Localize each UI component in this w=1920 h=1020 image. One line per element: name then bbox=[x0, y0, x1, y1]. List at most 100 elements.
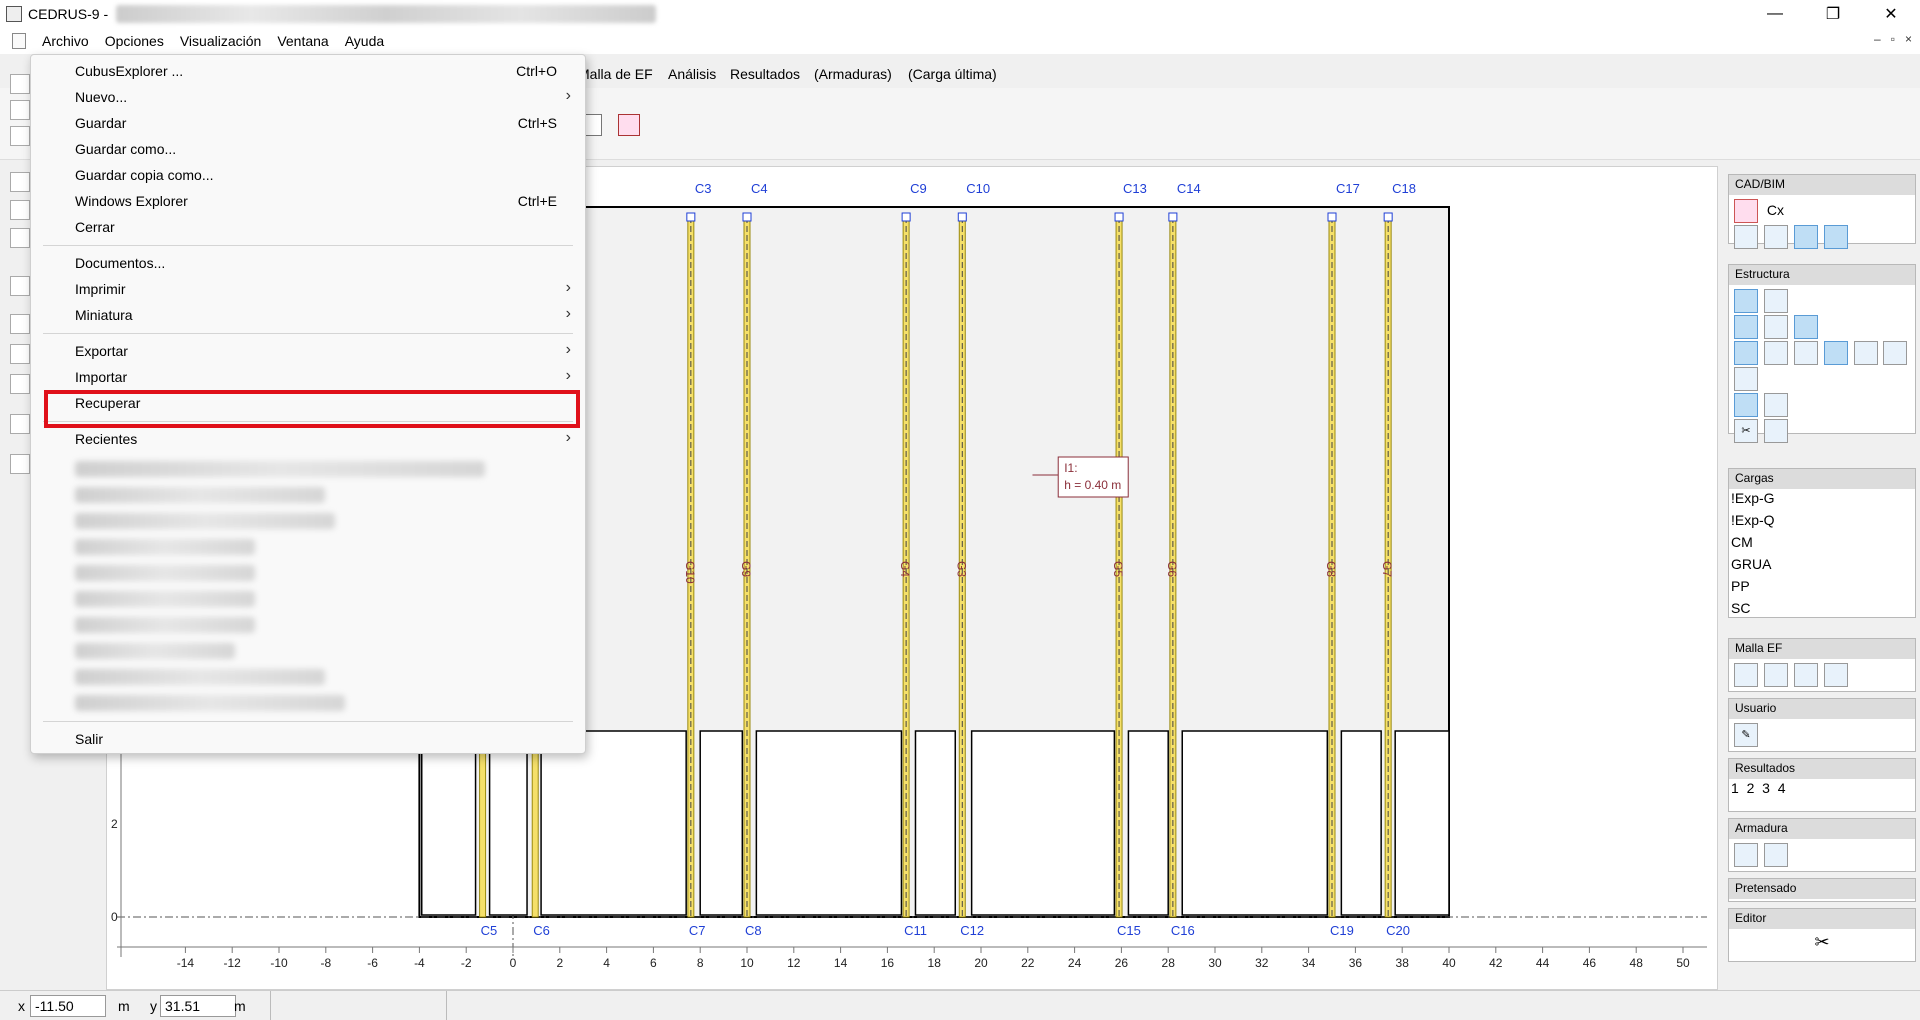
x-tick-label: -14 bbox=[177, 956, 195, 970]
load-case-item[interactable]: PP bbox=[1729, 577, 1915, 599]
structure-icon[interactable] bbox=[10, 100, 30, 120]
menu-item-importar[interactable]: Importar › bbox=[31, 365, 587, 389]
document-icon[interactable] bbox=[1763, 843, 1788, 867]
column-icon[interactable] bbox=[1793, 315, 1818, 339]
building3-icon[interactable] bbox=[1793, 225, 1818, 249]
maximize-button[interactable]: ❐ bbox=[1804, 0, 1862, 28]
cx-label[interactable]: Cx bbox=[1767, 202, 1784, 218]
close-button[interactable]: ✕ bbox=[1862, 0, 1920, 28]
masonry-icon[interactable] bbox=[1763, 419, 1788, 443]
mdi-restore-button[interactable]: ▫ bbox=[1891, 32, 1895, 46]
load-case-item[interactable]: SC bbox=[1729, 599, 1915, 621]
select-icon[interactable] bbox=[10, 200, 30, 220]
menu-item-windows-explorer[interactable]: Windows Explorer Ctrl+E bbox=[31, 189, 587, 213]
recent-file-item[interactable] bbox=[75, 617, 255, 633]
panel-icon[interactable] bbox=[1853, 341, 1878, 365]
model-icon[interactable] bbox=[10, 74, 30, 94]
tab-carga-ultima[interactable]: (Carga última) bbox=[908, 66, 997, 82]
structure2-icon[interactable] bbox=[10, 126, 30, 146]
opening-icon[interactable] bbox=[1763, 289, 1788, 313]
recent-file-item[interactable] bbox=[75, 591, 255, 607]
point-icon[interactable] bbox=[10, 172, 30, 192]
recent-file-item[interactable] bbox=[75, 565, 255, 581]
y-coordinate-field[interactable]: 31.51 bbox=[160, 995, 236, 1017]
support-icon[interactable] bbox=[1734, 315, 1758, 339]
snap-icon[interactable] bbox=[10, 228, 30, 248]
scissors-icon[interactable]: ✂ bbox=[1814, 932, 1829, 952]
beam-icon[interactable] bbox=[1763, 315, 1788, 339]
mesh-icon[interactable] bbox=[1734, 663, 1758, 687]
load-case-item[interactable]: !Exp-Q bbox=[1729, 511, 1915, 533]
zoom-fit-icon[interactable] bbox=[10, 374, 30, 394]
menu-item-guardar[interactable]: Guardar Ctrl+S bbox=[31, 111, 587, 135]
tab-malla-ef[interactable]: Malla de EF bbox=[578, 66, 653, 82]
export-icon[interactable] bbox=[618, 114, 640, 136]
title-bar: CEDRUS-9 - — ❐ ✕ bbox=[0, 0, 1920, 28]
slab-icon[interactable] bbox=[1734, 289, 1758, 313]
panel2-icon[interactable] bbox=[1883, 341, 1908, 365]
column-label-top: C14 bbox=[1177, 181, 1201, 196]
t-beam-icon[interactable] bbox=[1763, 393, 1788, 417]
load-case-item[interactable]: GRUA bbox=[1729, 555, 1915, 577]
tab-armaduras[interactable]: (Armaduras) bbox=[814, 66, 892, 82]
load-case-item[interactable]: !Exp-G bbox=[1729, 489, 1915, 511]
stair-icon[interactable] bbox=[1734, 393, 1758, 417]
menu-item-salir[interactable]: Salir bbox=[31, 727, 587, 751]
building-icon[interactable] bbox=[1734, 225, 1758, 249]
menu-item-miniatura[interactable]: Miniatura › bbox=[31, 303, 587, 327]
mesh-table2-icon[interactable] bbox=[1823, 663, 1848, 687]
mesh-table-icon[interactable] bbox=[1793, 663, 1818, 687]
node-select-icon[interactable] bbox=[10, 276, 30, 296]
document-icon[interactable] bbox=[12, 33, 26, 49]
ramp-icon[interactable] bbox=[1734, 367, 1758, 391]
recent-file-item[interactable] bbox=[75, 539, 255, 555]
menu-item-guardar-como[interactable]: Guardar como... bbox=[31, 137, 587, 161]
eraser-icon[interactable] bbox=[10, 314, 30, 334]
result-numbers[interactable]: 1 2 3 4 bbox=[1729, 779, 1915, 801]
minimize-button[interactable]: — bbox=[1746, 0, 1804, 28]
recent-file-item[interactable] bbox=[75, 461, 485, 477]
menu-ayuda[interactable]: Ayuda bbox=[337, 33, 392, 49]
menu-opciones[interactable]: Opciones bbox=[97, 33, 172, 49]
scissors-icon[interactable]: ✂ bbox=[1734, 419, 1758, 443]
grid-icon[interactable] bbox=[1734, 199, 1758, 223]
x-tick-label: -4 bbox=[414, 956, 425, 970]
menu-ventana[interactable]: Ventana bbox=[269, 33, 336, 49]
building4-icon[interactable] bbox=[1823, 225, 1848, 249]
x-coordinate-field[interactable]: -11.50 bbox=[30, 995, 106, 1017]
menu-archivo[interactable]: Archivo bbox=[34, 33, 97, 49]
undo-icon[interactable] bbox=[10, 414, 30, 434]
wall-grid-icon[interactable] bbox=[1734, 341, 1758, 365]
load-case-item[interactable]: CM bbox=[1729, 533, 1915, 555]
x-tick-label: 44 bbox=[1536, 956, 1550, 970]
checklist-icon[interactable] bbox=[10, 454, 30, 474]
menu-item-exportar[interactable]: Exportar › bbox=[31, 339, 587, 363]
menu-item-cubusexplorer[interactable]: CubusExplorer ... Ctrl+O bbox=[31, 59, 587, 83]
bar-chart-icon[interactable] bbox=[1734, 843, 1758, 867]
mdi-close-button[interactable]: × bbox=[1905, 32, 1912, 46]
pillar-icon[interactable] bbox=[1793, 341, 1818, 365]
brick-wall-icon[interactable] bbox=[1823, 341, 1848, 365]
menu-item-guardar-copia[interactable]: Guardar copia como... bbox=[31, 163, 587, 187]
recent-file-item[interactable] bbox=[75, 513, 335, 529]
pen-icon[interactable]: ✎ bbox=[1734, 723, 1758, 747]
mdi-minimize-button[interactable]: – bbox=[1874, 32, 1881, 46]
recent-file-item[interactable] bbox=[75, 487, 325, 503]
menu-item-nuevo[interactable]: Nuevo... › bbox=[31, 85, 587, 109]
menu-item-cerrar[interactable]: Cerrar bbox=[31, 215, 587, 239]
link-icon[interactable] bbox=[1763, 341, 1788, 365]
recent-file-item[interactable] bbox=[75, 695, 345, 711]
menu-item-imprimir[interactable]: Imprimir › bbox=[31, 277, 587, 301]
zoom-in-icon[interactable] bbox=[10, 344, 30, 364]
mesh-refine-icon[interactable] bbox=[1763, 663, 1788, 687]
menu-item-documentos[interactable]: Documentos... bbox=[31, 251, 587, 275]
building2-icon[interactable] bbox=[1763, 225, 1788, 249]
tab-analisis[interactable]: Análisis bbox=[668, 66, 716, 82]
menu-visualizacion[interactable]: Visualización bbox=[172, 33, 269, 49]
recent-file-item[interactable] bbox=[75, 643, 235, 659]
recent-file-item[interactable] bbox=[75, 669, 325, 685]
column-node bbox=[1168, 212, 1178, 222]
tab-resultados[interactable]: Resultados bbox=[730, 66, 800, 82]
menu-item-recientes[interactable]: Recientes › bbox=[31, 427, 587, 451]
x-tick-label: 40 bbox=[1442, 956, 1456, 970]
